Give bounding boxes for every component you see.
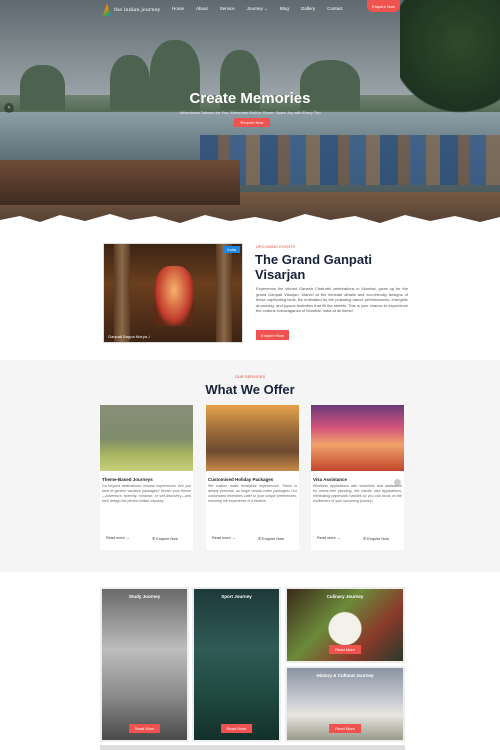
service-image xyxy=(311,405,404,471)
chevron-down-icon: ⌄ xyxy=(264,6,268,11)
hero-subtitle: Adventures Tailored for You, Memories Bu… xyxy=(179,110,321,115)
enquire-link[interactable]: ✆ Enquire Now xyxy=(363,536,389,541)
journey-title: History & Cultural Journey xyxy=(316,673,374,678)
phone-icon: ✆ xyxy=(363,537,367,541)
ganpati-idol xyxy=(154,266,194,326)
read-more-button[interactable]: Read More xyxy=(329,724,361,733)
dock xyxy=(0,160,240,205)
read-more-link[interactable]: Read more → xyxy=(212,536,236,540)
service-title: Customised Holiday Packages xyxy=(208,477,274,482)
event-caption: Ganpati Bappa Morya..! xyxy=(108,334,151,339)
read-more-button[interactable]: Read More xyxy=(220,724,253,733)
journey-card-culinary[interactable]: Culinary Journey Read More xyxy=(285,587,405,663)
read-more-link[interactable]: Read more → xyxy=(106,536,130,540)
journey-title: Sport Journey xyxy=(221,594,252,599)
nav-item-home[interactable]: Home xyxy=(172,6,184,12)
event-description: Experience the vibrant Ganesh Chaturthi … xyxy=(256,286,408,313)
journey-card-sport[interactable]: Sport Journey Read More xyxy=(192,587,281,742)
service-card: Theme-Based Journeys Go beyond destinati… xyxy=(100,405,193,550)
hero-title: Create Memories xyxy=(189,90,311,107)
nav-item-service[interactable]: Service xyxy=(220,6,235,12)
service-description: Go beyond destinations; choose experienc… xyxy=(102,484,191,503)
journey-title: Culinary Journey xyxy=(326,594,364,599)
phone-icon: ✆ xyxy=(258,537,262,541)
event-image: India Ganpati Bappa Morya..! xyxy=(103,243,243,343)
enquire-link[interactable]: ✆ Enquire Now xyxy=(152,536,178,541)
enquire-link[interactable]: ✆ Enquire Now xyxy=(258,536,284,541)
next-section-strip xyxy=(100,745,405,750)
journey-card-history[interactable]: History & Cultural Journey Read More xyxy=(285,666,405,742)
service-title: Theme-Based Journeys xyxy=(102,477,153,482)
torn-edge xyxy=(0,214,500,232)
service-title: Visa Assistance xyxy=(313,477,348,482)
read-more-link[interactable]: Read more → xyxy=(317,536,341,540)
boats xyxy=(200,135,500,185)
service-card: Customised Holiday Packages We custom ma… xyxy=(206,405,299,550)
event-tag: India xyxy=(223,246,240,253)
event-title: The Grand Ganpati Visarjan xyxy=(255,252,373,282)
service-image xyxy=(206,405,299,471)
service-image xyxy=(100,405,193,471)
read-more-button[interactable]: Read More xyxy=(329,645,361,654)
nav-item-contact[interactable]: Contact xyxy=(327,6,343,12)
logo-text: the indian journey xyxy=(114,6,161,13)
journey-card-study[interactable]: Study Journey Read More xyxy=(100,587,189,742)
services-title: What We Offer xyxy=(205,382,295,397)
service-description: Effortless applications with seamless vi… xyxy=(313,484,402,503)
services-eyebrow: OUR SERVICES xyxy=(234,374,266,379)
service-card: Visa Assistance Effortless applications … xyxy=(311,405,404,550)
nav-item-gallery[interactable]: Gallery xyxy=(301,6,315,12)
read-more-button[interactable]: Read More xyxy=(128,724,161,733)
enquire-now-button[interactable]: Enquire Now xyxy=(367,0,400,12)
nav-item-blog[interactable]: Blog xyxy=(280,6,289,12)
service-description: We custom make dreamlike experiences. Tr… xyxy=(208,484,297,503)
logo[interactable]: the indian journey xyxy=(103,3,160,16)
journey-title: Study Journey xyxy=(128,594,161,599)
event-eyebrow: UPCOMING EVENTS xyxy=(256,244,296,249)
nav-item-journey[interactable]: Journey ⌄ xyxy=(247,6,268,12)
services-section: OUR SERVICES What We Offer Theme-Based J… xyxy=(0,360,500,572)
event-enquire-button[interactable]: Enquire Now xyxy=(256,330,289,340)
logo-icon xyxy=(103,3,111,16)
phone-icon: ✆ xyxy=(152,537,156,541)
top-nav: the indian journey Home About Service Jo… xyxy=(0,0,500,20)
main-menu: Home About Service Journey ⌄ Blog Galler… xyxy=(172,6,343,12)
hero-banner: the indian journey Home About Service Jo… xyxy=(0,0,500,232)
hero-enquire-button[interactable]: Enquire Now xyxy=(234,118,270,127)
nav-item-about[interactable]: About xyxy=(196,6,208,12)
